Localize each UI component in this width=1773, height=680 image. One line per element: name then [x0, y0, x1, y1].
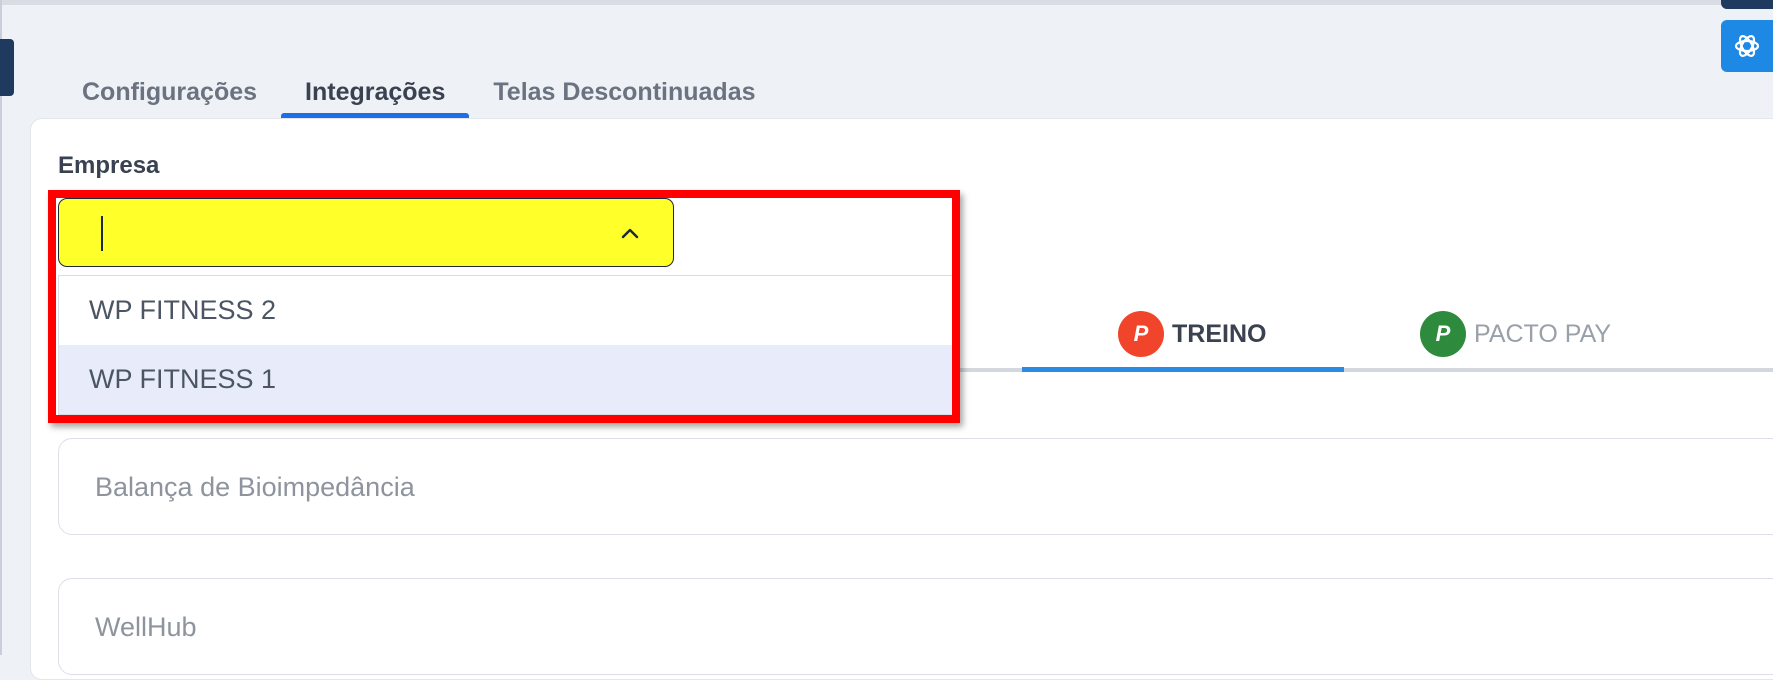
top-right-button[interactable] — [1721, 0, 1773, 9]
section-balanca-title: Balança de Bioimpedância — [95, 472, 415, 502]
dropdown-option[interactable]: WP FITNESS 2 — [59, 276, 952, 345]
section-wellhub[interactable]: WellHub — [58, 578, 1773, 675]
left-edge — [0, 0, 2, 655]
sidebar-toggle[interactable] — [0, 39, 14, 96]
tab-pacto-pay-label: PACTO PAY — [1474, 319, 1612, 348]
tab-pacto-pay[interactable]: P PACTO PAY — [1420, 310, 1611, 358]
treino-logo-icon: P — [1118, 311, 1164, 357]
empresa-select[interactable] — [58, 198, 674, 267]
assistant-button[interactable] — [1721, 20, 1773, 72]
pacto-pay-logo-icon: P — [1420, 311, 1466, 357]
dropdown-option[interactable]: WP FITNESS 1 — [59, 345, 952, 414]
section-wellhub-title: WellHub — [95, 612, 197, 642]
tab-integracoes[interactable]: Integrações — [281, 66, 470, 118]
integration-tab-indicator — [1022, 367, 1344, 372]
chevron-up-icon[interactable] — [619, 223, 641, 245]
text-cursor — [101, 216, 103, 251]
main-tabs: Configurações Integrações Telas Desconti… — [58, 66, 780, 118]
openai-logo-icon — [1734, 35, 1760, 57]
tab-treino[interactable]: P TREINO — [1118, 310, 1266, 358]
section-balanca[interactable]: Balança de Bioimpedância — [58, 438, 1773, 535]
tab-treino-label: TREINO — [1172, 319, 1267, 348]
empresa-dropdown: WP FITNESS 2 WP FITNESS 1 — [58, 275, 953, 415]
top-shadow — [0, 0, 1773, 5]
empresa-label: Empresa — [58, 152, 160, 179]
tab-telas-descontinuadas[interactable]: Telas Descontinuadas — [469, 66, 779, 118]
tab-configuracoes[interactable]: Configurações — [58, 66, 281, 118]
